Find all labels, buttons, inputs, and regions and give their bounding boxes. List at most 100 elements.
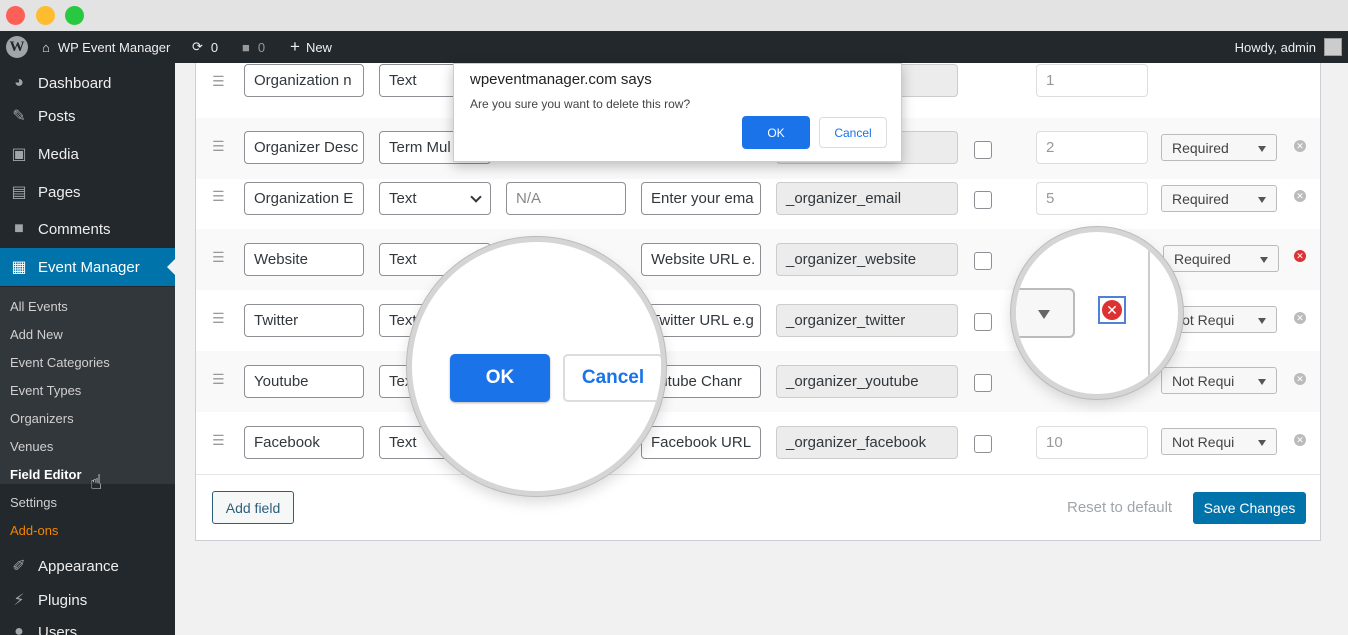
chevron-down-icon: [1258, 318, 1266, 324]
required-select[interactable]: Required: [1163, 245, 1279, 272]
user-icon: ●: [14, 623, 24, 635]
drag-handle-icon[interactable]: ☰: [212, 73, 225, 90]
menu-label: Pages: [38, 183, 81, 201]
drag-handle-icon[interactable]: ☰: [212, 310, 225, 327]
menu-label: Media: [38, 145, 79, 163]
chevron-down-icon: [470, 191, 482, 203]
submenu-venues[interactable]: Venues: [10, 439, 53, 454]
chevron-down-icon: [1260, 257, 1268, 263]
required-checkbox[interactable]: [974, 374, 992, 392]
remove-row-icon[interactable]: ✕: [1294, 373, 1306, 385]
magnifier-remove-icon: ✕: [1011, 227, 1183, 399]
chevron-down-icon: [1258, 440, 1266, 446]
field-label-input[interactable]: Organizer Desc: [244, 131, 364, 164]
menu-label: Appearance: [38, 557, 119, 575]
menu-appearance[interactable]: ✐ Appearance: [0, 549, 175, 583]
dialog-title: wpeventmanager.com says: [470, 71, 652, 88]
submenu-settings[interactable]: Settings: [10, 495, 57, 510]
field-type-value: Term Mul: [389, 139, 451, 156]
menu-label: Dashboard: [38, 74, 112, 92]
submenu-event-types[interactable]: Event Types: [10, 383, 81, 398]
drag-handle-icon[interactable]: ☰: [212, 371, 225, 388]
reset-to-default-link[interactable]: Reset to default: [1067, 499, 1172, 516]
remove-row-icon[interactable]: ✕: [1294, 190, 1306, 202]
field-label-input[interactable]: Organization n: [244, 64, 364, 97]
chevron-down-icon: [1258, 146, 1266, 152]
priority-input[interactable]: 1: [1036, 64, 1148, 97]
howdy-label: Howdy, admin: [1234, 39, 1316, 55]
chevron-down-icon: [1258, 379, 1266, 385]
menu-event-manager[interactable]: ▦ Event Manager: [0, 248, 175, 286]
media-icon: ▣: [11, 146, 27, 163]
save-changes-button[interactable]: Save Changes: [1193, 492, 1306, 524]
drag-handle-icon[interactable]: ☰: [212, 188, 225, 205]
dialog-cancel-button[interactable]: Cancel: [819, 117, 887, 148]
window-titlebar: [0, 0, 1348, 31]
comment-icon: ■: [242, 39, 250, 55]
required-checkbox[interactable]: [974, 252, 992, 270]
drag-handle-icon[interactable]: ☰: [212, 138, 225, 155]
menu-media[interactable]: ▣ Media: [0, 137, 175, 171]
required-value: Required: [1172, 139, 1229, 156]
magnifier-dialog-buttons: OK Cancel: [407, 237, 666, 496]
submenu-all-events[interactable]: All Events: [10, 299, 68, 314]
meta-key-input: _organizer_youtube: [776, 365, 958, 398]
submenu-add-new[interactable]: Add New: [10, 327, 63, 342]
placeholder-input[interactable]: N/A: [506, 182, 626, 215]
menu-dashboard[interactable]: ◕ Dashboard: [0, 66, 175, 100]
field-label-input[interactable]: Website: [244, 243, 364, 276]
remove-row-icon[interactable]: ✕: [1294, 312, 1306, 324]
pin-icon: ✎: [12, 108, 26, 125]
priority-input[interactable]: 2: [1036, 131, 1148, 164]
required-select[interactable]: Required: [1161, 134, 1277, 161]
menu-label: Users: [38, 623, 78, 635]
submenu-organizers[interactable]: Organizers: [10, 411, 74, 426]
required-select[interactable]: Required: [1161, 185, 1277, 212]
submenu-add-ons[interactable]: Add-ons: [10, 523, 58, 538]
remove-row-icon[interactable]: ✕: [1294, 434, 1306, 446]
menu-comments[interactable]: ■ Comments: [0, 212, 175, 246]
required-checkbox[interactable]: [974, 141, 992, 159]
close-window-button[interactable]: [6, 6, 25, 25]
submenu-event-categories[interactable]: Event Categories: [10, 355, 110, 370]
submenu-field-editor[interactable]: Field Editor: [10, 467, 82, 482]
field-label-input[interactable]: Facebook: [244, 426, 364, 459]
maximize-window-button[interactable]: [65, 6, 84, 25]
description-input[interactable]: Website URL e.: [641, 243, 761, 276]
required-checkbox[interactable]: [974, 191, 992, 209]
comments-count: 0: [257, 39, 266, 55]
priority-input[interactable]: 5: [1036, 182, 1148, 215]
chevron-down-icon: [1258, 197, 1266, 203]
add-field-button[interactable]: Add field: [212, 491, 294, 524]
required-select[interactable]: Not Requi: [1161, 367, 1277, 394]
priority-input[interactable]: 10: [1036, 426, 1148, 459]
site-name-link[interactable]: ⌂ WP Event Manager: [42, 31, 170, 63]
menu-pages[interactable]: ▤ Pages: [0, 175, 175, 209]
menu-plugins[interactable]: ⚡ Plugins: [0, 583, 175, 617]
site-name-label: WP Event Manager: [57, 39, 171, 55]
field-label-input[interactable]: Organization E: [244, 182, 364, 215]
menu-posts[interactable]: ✎ Posts: [0, 99, 175, 133]
required-checkbox[interactable]: [974, 435, 992, 453]
required-select[interactable]: Not Requi: [1161, 428, 1277, 455]
remove-row-icon[interactable]: ✕: [1294, 140, 1306, 152]
drag-handle-icon[interactable]: ☰: [212, 249, 225, 266]
chevron-down-icon: [1038, 310, 1050, 319]
menu-label: Comments: [38, 220, 111, 238]
home-icon: ⌂: [42, 39, 50, 55]
wordpress-logo-icon[interactable]: W: [6, 36, 28, 58]
remove-row-icon[interactable]: ✕: [1294, 250, 1306, 262]
field-label-input[interactable]: Twitter: [244, 304, 364, 337]
required-checkbox[interactable]: [974, 313, 992, 331]
menu-users[interactable]: ● Users: [0, 615, 175, 635]
description-input[interactable]: Enter your ema: [641, 182, 761, 215]
minimize-window-button[interactable]: [36, 6, 55, 25]
field-type-select[interactable]: Text: [379, 182, 491, 215]
confirm-dialog: wpeventmanager.com says Are you sure you…: [453, 63, 902, 162]
dialog-ok-button[interactable]: OK: [742, 116, 810, 149]
description-input[interactable]: Facebook URL: [641, 426, 761, 459]
field-label-input[interactable]: Youtube: [244, 365, 364, 398]
field-type-value: Text: [389, 251, 417, 268]
magnified-select: [1016, 288, 1075, 338]
drag-handle-icon[interactable]: ☰: [212, 432, 225, 449]
